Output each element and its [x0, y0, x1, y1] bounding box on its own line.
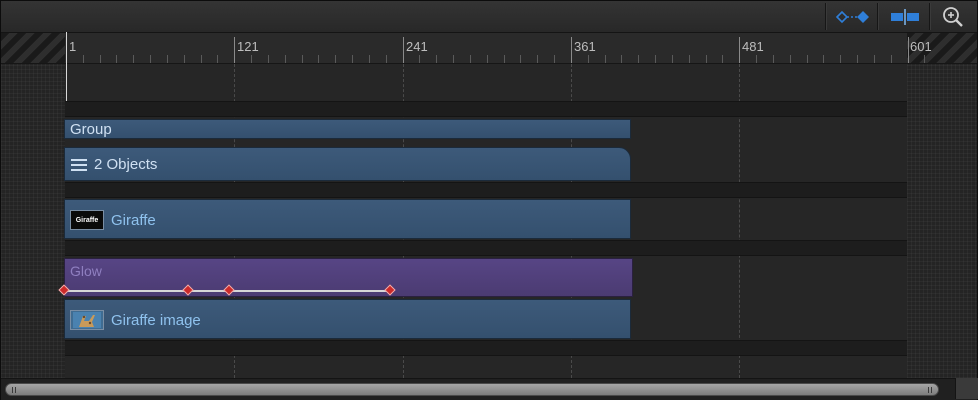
ruler-minor-tick [807, 55, 808, 63]
ruler-minor-tick [621, 55, 622, 63]
track-separator [65, 182, 907, 198]
ruler-minor-tick [133, 55, 134, 63]
group-track-header[interactable]: Group [64, 119, 631, 139]
list-icon [71, 159, 87, 171]
zoom-button[interactable] [935, 4, 971, 29]
ruler-minor-tick [655, 55, 656, 63]
toolbar-separator [877, 3, 878, 30]
ruler-minor-tick [100, 55, 101, 63]
magnifier-icon [943, 6, 963, 27]
ruler-minor-tick [335, 55, 336, 63]
ruler-minor-tick [386, 55, 387, 63]
ruler-minor-tick [504, 55, 505, 63]
ruler-minor-tick [453, 55, 454, 63]
ruler-minor-tick [352, 55, 353, 63]
ruler-minor-tick [302, 55, 303, 63]
ruler-minor-tick [116, 55, 117, 63]
giraffe-image-track-bar[interactable]: Giraffe image [64, 299, 631, 339]
time-ruler[interactable]: 1 121 241 361 481 601 [1, 33, 977, 64]
ruler-minor-tick [840, 55, 841, 63]
ruler-minor-tick [285, 55, 286, 63]
ruler-minor-tick [823, 55, 824, 63]
scrollbar-left-grip[interactable] [12, 387, 18, 393]
track-separator [65, 340, 907, 356]
group-label: Group [70, 121, 112, 138]
scrollbar-right-grip[interactable] [928, 387, 934, 393]
ruler-label: 361 [574, 39, 596, 54]
giraffe-thumbnail: Giraffe [70, 210, 104, 230]
out-of-range-region [1, 33, 65, 63]
giraffe-label: Giraffe [111, 212, 156, 229]
show-keyframes-button[interactable] [831, 4, 875, 29]
ruler-minor-tick [773, 55, 774, 63]
ruler-minor-tick [217, 55, 218, 63]
group-track-bar[interactable]: 2 Objects [64, 147, 631, 181]
ruler-minor-tick [150, 55, 151, 63]
ruler-minor-tick [874, 55, 875, 63]
keyframe-diamonds-icon [835, 10, 869, 23]
giraffe-track-bar[interactable]: Giraffe Giraffe [64, 199, 631, 239]
snapping-button[interactable] [883, 4, 927, 29]
giraffe-thumbnail-icon [73, 312, 101, 328]
ruler-minor-tick [201, 55, 202, 63]
ruler-minor-tick [605, 55, 606, 63]
timeline-toolbar [1, 1, 977, 33]
ruler-minor-tick [756, 55, 757, 63]
glow-label: Glow [70, 263, 102, 279]
snapping-icon [891, 8, 919, 25]
giraffe-thumbnail-text: Giraffe [75, 216, 99, 224]
playhead[interactable] [66, 32, 67, 102]
toolbar-separator [929, 3, 930, 30]
ruler-minor-tick [722, 55, 723, 63]
timeline-tracks-area[interactable]: Group 2 Objects Giraffe Giraffe Glow Gir… [1, 32, 977, 378]
timeline-right-margin [907, 64, 977, 378]
ruler-minor-tick [689, 55, 690, 63]
ruler-minor-tick [588, 55, 589, 63]
ruler-minor-tick [537, 55, 538, 63]
scrollbar-thumb[interactable] [5, 383, 939, 396]
ruler-label: 121 [237, 39, 259, 54]
ruler-minor-tick [419, 55, 420, 63]
ruler-minor-tick [706, 55, 707, 63]
ruler-label: 1 [69, 39, 77, 54]
horizontal-scrollbar[interactable] [1, 378, 977, 400]
scrollbar-corner [955, 378, 978, 399]
toolbar-separator [825, 3, 826, 30]
timeline-window: 1 121 241 361 481 601 Group 2 Objects Gi… [0, 0, 978, 400]
ruler-minor-tick [520, 55, 521, 63]
ruler-label: 481 [742, 39, 764, 54]
track-separator [65, 240, 907, 256]
ruler-label: 601 [910, 39, 932, 54]
ruler-minor-tick [891, 55, 892, 63]
timeline-left-margin [1, 64, 65, 378]
ruler-minor-tick [924, 55, 925, 63]
ruler-minor-tick [790, 55, 791, 63]
ruler-minor-tick [554, 55, 555, 63]
ruler-minor-tick [184, 55, 185, 63]
ruler-minor-tick [436, 55, 437, 63]
ruler-minor-tick [83, 55, 84, 63]
ruler-minor-tick [487, 55, 488, 63]
ruler-minor-tick [318, 55, 319, 63]
ruler-minor-tick [369, 55, 370, 63]
giraffe-image-thumbnail [70, 310, 104, 330]
ruler-minor-tick [167, 55, 168, 63]
ruler-minor-tick [857, 55, 858, 63]
giraffe-image-label: Giraffe image [111, 312, 201, 329]
ruler-label: 241 [406, 39, 428, 54]
ruler-minor-tick [672, 55, 673, 63]
ruler-minor-tick [638, 55, 639, 63]
ruler-minor-tick [251, 55, 252, 63]
ruler-minor-tick [470, 55, 471, 63]
ruler-minor-tick [268, 55, 269, 63]
group-object-count: 2 Objects [94, 156, 158, 173]
track-separator [65, 101, 907, 117]
